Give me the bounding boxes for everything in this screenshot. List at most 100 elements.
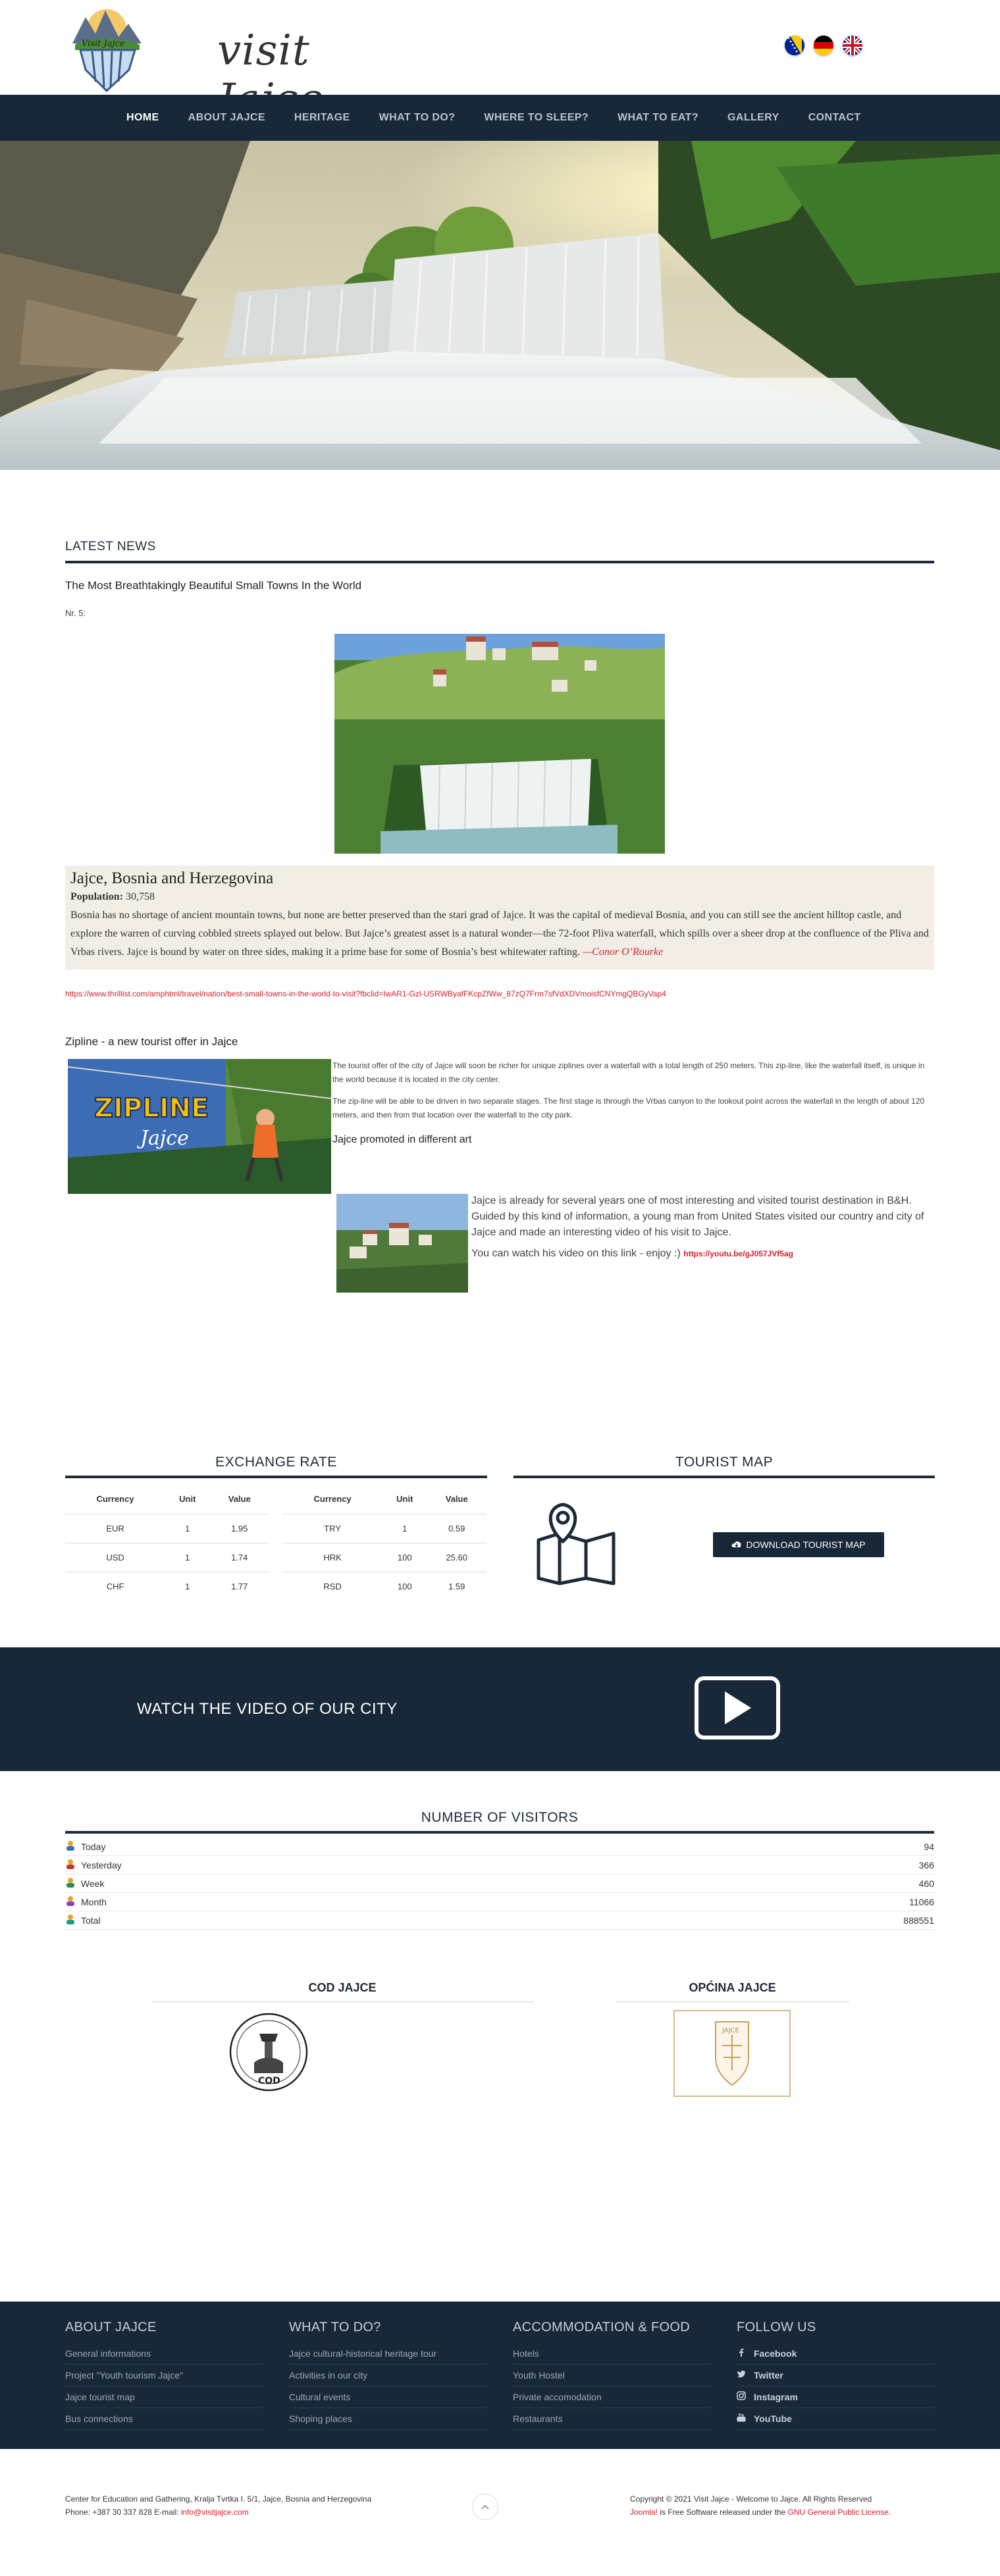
article-source-link[interactable]: https://www.thrillist.com/amphtml/travel… [65,989,934,998]
instagram-link[interactable]: Instagram [737,2386,934,2408]
opcina-jajce-crest[interactable]: JAJCE [673,2010,791,2097]
facebook-link[interactable]: Facebook [737,2343,934,2365]
nav-contact[interactable]: CONTACT [794,95,876,141]
footer-link[interactable]: Jajce cultural-historical heritage tour [289,2343,487,2365]
footer-link[interactable]: Activities in our city [289,2365,487,2386]
instagram-icon [737,2386,746,2408]
video-banner-label: WATCH THE VIDEO OF OUR CITY [137,1700,398,1718]
footer-link[interactable]: General informations [65,2343,263,2365]
partner-title: OPĆINA JAJCE [689,1981,776,1994]
unit-cell: 100 [382,1542,427,1572]
cod-seal-text: COD [258,2076,280,2086]
nav-about-jajce[interactable]: ABOUT JAJCE [174,95,280,141]
cod-jajce-logo[interactable]: COD [228,2010,309,2096]
social-label: Twitter [754,2369,783,2381]
partner-cod-jajce: COD JAJCE COD [151,1981,533,2096]
nav-where-to-sleep[interactable]: WHERE TO SLEEP? [469,95,603,141]
address-text: Center for Education and Gathering, Kral… [65,2494,372,2504]
cloud-download-icon [732,1541,741,1547]
language-switcher [785,36,862,55]
population-label: Population: [70,891,124,902]
youtube-link[interactable]: YouTube [737,2408,934,2430]
zipline-paragraph-2: The zip-line will be able to be driven i… [332,1096,925,1120]
zipline-banner-image: ZIPLINE Jajce [68,1059,331,1194]
place-heading: Jajce, Bosnia and Herzegovina [70,869,274,887]
footer-link[interactable]: Youth Hostel [513,2365,710,2386]
footer-col-title: WHAT TO DO? [289,2320,381,2334]
value-cell: 0.59 [427,1513,487,1543]
nav-home[interactable]: HOME [112,95,174,143]
download-tourist-map-button[interactable]: DOWNLOAD TOURIST MAP [713,1532,884,1557]
site-header: Visit Jajce visit Jajce [0,0,1000,124]
art-paragraph-1: Jajce is already for several years one o… [471,1195,924,1238]
social-label: YouTube [754,2413,792,2424]
person-icon [65,1914,76,1926]
article-heading[interactable]: The Most Breathtakingly Beautiful Small … [65,579,934,592]
zipline-banner-title: ZIPLINE [94,1093,209,1123]
nav-heritage[interactable]: HERITAGE [280,95,365,141]
play-video-button[interactable] [695,1676,780,1739]
section-divider [65,561,934,563]
value-cell: 1.59 [427,1571,487,1601]
email-link[interactable]: info@visitjajce.com [181,2508,249,2517]
table-row: USD 1 1.74 [65,1542,269,1572]
footer-link[interactable]: Hotels [513,2343,710,2365]
gpl-license-link[interactable]: GNU General Public License. [788,2508,891,2517]
logo-emblem: Visit Jajce [72,9,142,93]
currency-cell: RSD [282,1571,383,1601]
visitor-label: Total [81,1915,101,1926]
col-unit: Unit [179,1494,196,1505]
visitor-row-today: Today 94 [65,1838,934,1856]
art-heading[interactable]: Jajce promoted in different art [332,1133,934,1146]
visitor-counter: NUMBER OF VISITORS Today 94 Yesterday 366 … [65,1810,934,1930]
german-flag-icon[interactable] [814,36,833,55]
footer-col-accommodation: ACCOMMODATION & FOOD Hotels Youth Hostel… [513,2320,710,2430]
copyright-text: Copyright © 2021 Visit Jajce - Welcome t… [630,2494,872,2504]
nav-what-to-do[interactable]: WHAT TO DO? [365,95,470,141]
visitor-row-month: Month 11066 [65,1893,934,1911]
svg-text:Visit Jajce: Visit Jajce [82,39,125,49]
table-row: HRK 100 25.60 [282,1542,487,1572]
article-body: Bosnia has no shortage of ancient mounta… [70,910,929,958]
footer-link[interactable]: Restaurants [513,2408,710,2430]
uk-flag-icon[interactable] [843,36,862,55]
footer-col-title: ABOUT JAJCE [65,2320,157,2334]
footer-link[interactable]: Bus connections [65,2408,263,2430]
exchange-rate-title: EXCHANGE RATE [215,1455,337,1470]
zipline-heading[interactable]: Zipline - a new tourist offer in Jajce [65,1035,934,1048]
unit-cell: 1 [165,1542,210,1572]
footer-link[interactable]: Private accomodation [513,2386,710,2408]
back-to-top-button[interactable] [472,2494,498,2520]
footer-link[interactable]: Cultural events [289,2386,487,2408]
site-logo[interactable]: Visit Jajce visit Jajce [66,4,323,124]
play-icon [725,1691,751,1724]
nav-what-to-eat[interactable]: WHAT TO EAT? [603,95,713,141]
footer-link[interactable]: Project "Youth tourism Jajce" [65,2365,263,2386]
latest-news-section: LATEST NEWS The Most Breathtakingly Beau… [65,540,934,1309]
jajce-art-photo [336,1194,468,1293]
unit-cell: 100 [382,1571,427,1601]
col-unit: Unit [396,1494,413,1505]
person-icon [65,1877,76,1890]
joomla-link[interactable]: Joomla! [630,2508,658,2517]
visitor-label: Week [81,1878,105,1889]
article-author: —Conor O’Rourke [582,946,664,958]
twitter-link[interactable]: Twitter [737,2365,934,2386]
exchange-table-left: Currency Unit Value EUR 1 1.95 USD 1 1.74 CHF 1… [65,1485,269,1601]
nav-gallery[interactable]: GALLERY [713,95,794,141]
footer-link[interactable]: Shoping places [289,2408,487,2430]
visitor-value: 366 [918,1859,934,1870]
zipline-article: ZIPLINE Jajce The tourist offer of the c… [65,1059,934,1309]
footer-link[interactable]: Jajce tourist map [65,2386,263,2408]
license-text: is Free Software released under the [660,2508,786,2517]
youtube-icon [737,2408,746,2430]
twitter-icon [737,2365,746,2386]
youtube-video-link[interactable]: https://youtu.be/gJ057JVf5ag [683,1249,793,1258]
currency-cell: TRY [282,1513,383,1543]
bosnian-flag-icon[interactable] [785,36,804,55]
currency-cell: CHF [65,1571,166,1601]
main-navigation: HOME ABOUT JAJCE HERITAGE WHAT TO DO? WH… [0,95,1000,143]
unit-cell: 1 [382,1513,427,1543]
chevron-up-icon [481,2504,489,2510]
visitor-value: 11066 [909,1896,934,1907]
